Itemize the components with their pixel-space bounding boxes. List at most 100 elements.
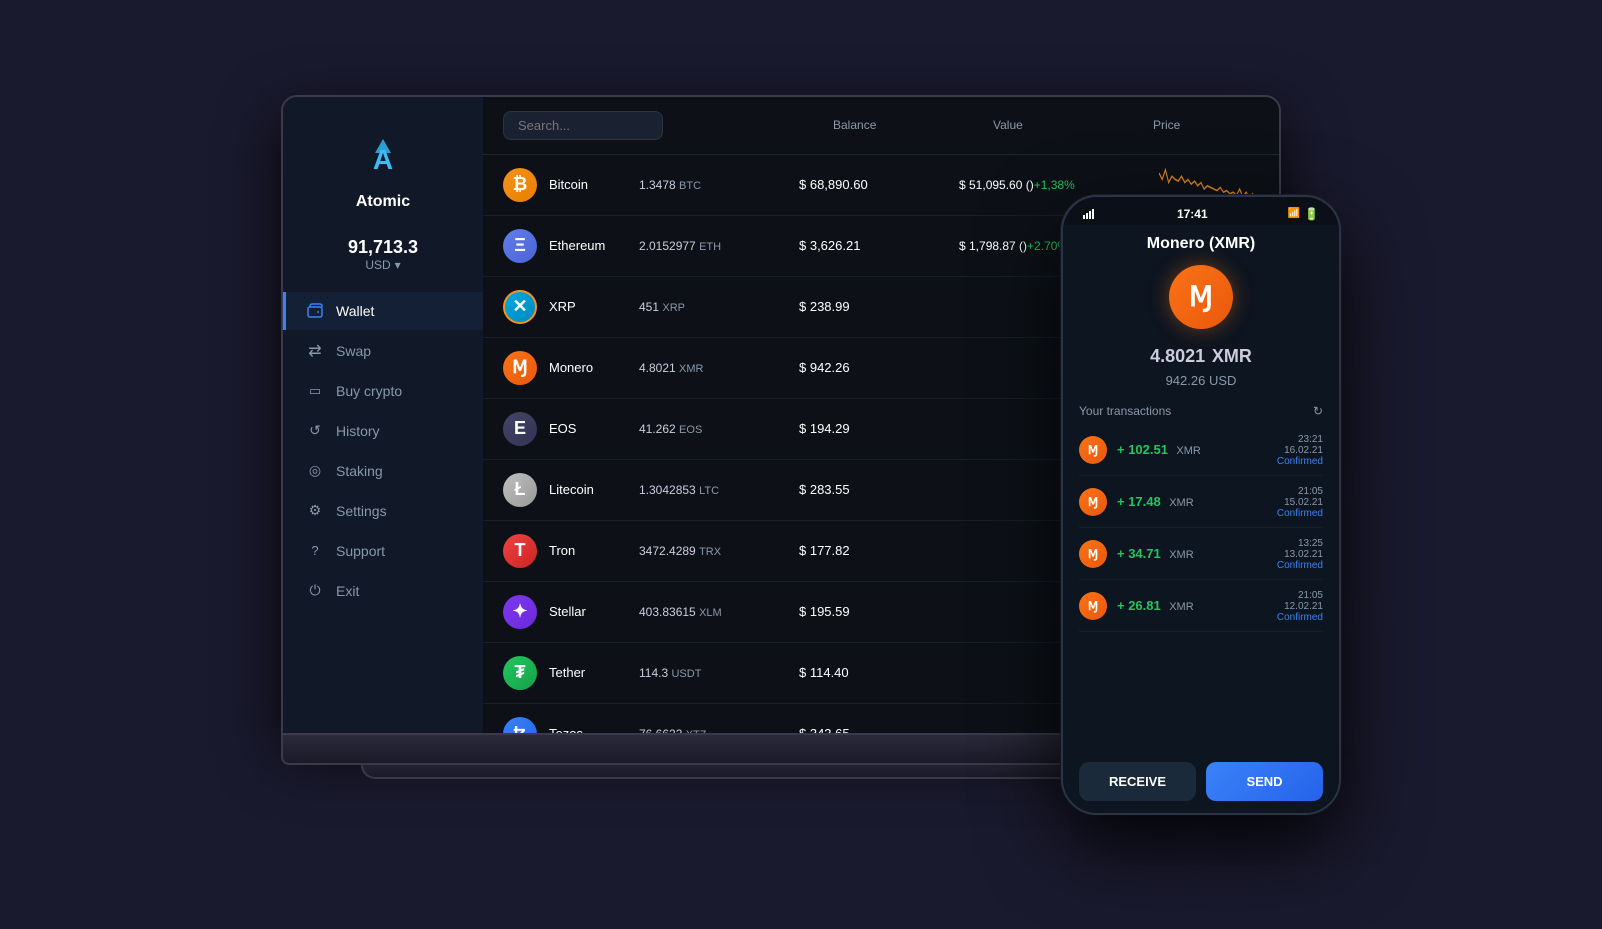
phone-content: Monero (XMR) Ɱ 4.8021 XMR 942.26 USD You… (1063, 225, 1339, 750)
phone-coin-icon: Ɱ (1169, 265, 1233, 329)
tx-time: 23:21 (1277, 434, 1323, 445)
phone-coin-title: Monero (XMR) (1079, 235, 1323, 253)
logo-name: Atomic (356, 193, 410, 211)
sidebar-item-exit[interactable]: ⏻ Exit (283, 572, 483, 610)
coin-balance: 114.3 USDT (639, 666, 799, 680)
tx-coin-icon: Ɱ (1079, 488, 1107, 516)
sidebar-item-buy-crypto[interactable]: ▭ Buy crypto (283, 372, 483, 410)
coin-balance: 403.83615 XLM (639, 605, 799, 619)
tx-date: 13.02.21 (1277, 549, 1323, 560)
tx-status: Confirmed (1277, 456, 1323, 467)
coin-name: XRP (549, 299, 639, 314)
phone-signal (1083, 209, 1097, 219)
battery-icon: 🔋 (1304, 207, 1319, 221)
tx-time: 13:25 (1277, 538, 1323, 549)
tx-amount: + 102.51 XMR (1117, 441, 1267, 459)
tx-meta: 21:05 15.02.21 Confirmed (1277, 486, 1323, 519)
sidebar-item-swap[interactable]: ⇄ Swap (283, 332, 483, 370)
coin-value: $ 114.40 (799, 665, 959, 680)
history-icon: ↺ (306, 422, 324, 440)
phone-transaction-row[interactable]: Ɱ + 102.51 XMR 23:21 16.02.21 Confirmed (1079, 426, 1323, 476)
staking-icon: ◎ (306, 462, 324, 480)
coin-name: Ethereum (549, 238, 639, 253)
coin-icon: ꜩ (503, 717, 537, 733)
search-input[interactable] (503, 111, 663, 140)
tx-amount: + 17.48 XMR (1117, 493, 1267, 511)
buy-crypto-icon: ▭ (306, 382, 324, 400)
phone-transaction-row[interactable]: Ɱ + 34.71 XMR 13:25 13.02.21 Confirmed (1079, 530, 1323, 580)
sidebar-history-label: History (336, 423, 380, 439)
tx-status: Confirmed (1277, 560, 1323, 571)
coin-balance: 2.0152977 ETH (639, 239, 799, 253)
sidebar: A Atomic 91,713.3 USD ▾ (283, 97, 483, 733)
coin-icon: Ξ (503, 229, 537, 263)
logo-area: A Atomic (283, 121, 483, 231)
coin-value: $ 283.55 (799, 482, 959, 497)
col-headers: Balance Value Price 30 day trend (663, 118, 1279, 132)
tx-time: 21:05 (1277, 486, 1323, 497)
coin-value: $ 343.65 (799, 726, 959, 733)
tx-time: 21:05 (1277, 590, 1323, 601)
sidebar-item-staking[interactable]: ◎ Staking (283, 452, 483, 490)
coin-icon: Ł (503, 473, 537, 507)
coin-icon: ✕ (503, 290, 537, 324)
wifi-icon: 📶 (1288, 208, 1300, 219)
exit-icon: ⏻ (306, 582, 324, 600)
coin-balance: 76.6623 XTZ (639, 727, 799, 733)
sidebar-item-wallet[interactable]: Wallet (283, 292, 483, 330)
coin-balance: 3472.4289 TRX (639, 544, 799, 558)
sidebar-item-settings[interactable]: ⚙ Settings (283, 492, 483, 530)
coin-price: $ 51,095.60 ()+1,38% (959, 178, 1159, 192)
coin-balance: 4.8021 XMR (639, 361, 799, 375)
coin-icon: T (503, 534, 537, 568)
tx-date: 12.02.21 (1277, 601, 1323, 612)
phone-transaction-row[interactable]: Ɱ + 17.48 XMR 21:05 15.02.21 Confirmed (1079, 478, 1323, 528)
phone-time: 17:41 (1177, 207, 1208, 221)
coin-name: Monero (549, 360, 639, 375)
balance-amount: 91,713.3 (283, 237, 483, 258)
phone-status-bar: 17:41 📶 🔋 (1063, 197, 1339, 225)
sidebar-swap-label: Swap (336, 343, 371, 359)
tx-date: 16.02.21 (1277, 445, 1323, 456)
content-header: Balance Value Price 30 day trend ↻ + ≡ (483, 97, 1279, 155)
atomic-logo-icon: A (355, 131, 411, 187)
tx-status: Confirmed (1277, 508, 1323, 519)
phone: 17:41 📶 🔋 Monero (XMR) Ɱ 4.8021 XMR 942.… (1061, 195, 1341, 815)
coin-name: Stellar (549, 604, 639, 619)
receive-button[interactable]: RECEIVE (1079, 762, 1196, 801)
scene: A Atomic 91,713.3 USD ▾ (251, 55, 1351, 875)
coin-value: $ 68,890.60 (799, 177, 959, 192)
coin-value: $ 3,626.21 (799, 238, 959, 253)
tx-meta: 23:21 16.02.21 Confirmed (1277, 434, 1323, 467)
balance-area: 91,713.3 USD ▾ (283, 237, 483, 272)
coin-name: Tezos (549, 726, 639, 733)
refresh-tx-icon[interactable]: ↻ (1313, 404, 1323, 418)
send-button[interactable]: SEND (1206, 762, 1323, 801)
tx-coin-icon: Ɱ (1079, 592, 1107, 620)
sidebar-item-support[interactable]: ? Support (283, 532, 483, 570)
coin-balance: 451 XRP (639, 300, 799, 314)
coin-name: Tether (549, 665, 639, 680)
currency-selector[interactable]: USD ▾ (283, 258, 483, 272)
tx-amount: + 34.71 XMR (1117, 545, 1267, 563)
tx-meta: 13:25 13.02.21 Confirmed (1277, 538, 1323, 571)
phone-battery: 📶 🔋 (1288, 207, 1319, 221)
coin-name: Bitcoin (549, 177, 639, 192)
coin-value: $ 195.59 (799, 604, 959, 619)
coin-name: Tron (549, 543, 639, 558)
wallet-icon (306, 302, 324, 320)
monero-glyph: Ɱ (1189, 280, 1213, 313)
phone-tx-header: Your transactions ↻ (1079, 404, 1323, 418)
coin-icon: ₮ (503, 656, 537, 690)
sidebar-wallet-label: Wallet (336, 303, 374, 319)
settings-icon: ⚙ (306, 502, 324, 520)
coin-value: $ 238.99 (799, 299, 959, 314)
phone-balance-usd: 942.26 USD (1079, 373, 1323, 388)
coin-name: EOS (549, 421, 639, 436)
col-price: Price (1153, 118, 1279, 132)
swap-icon: ⇄ (306, 342, 324, 360)
sidebar-item-history[interactable]: ↺ History (283, 412, 483, 450)
nav-items: Wallet ⇄ Swap ▭ Buy crypto ↺ History (283, 292, 483, 610)
phone-transaction-row[interactable]: Ɱ + 26.81 XMR 21:05 12.02.21 Confirmed (1079, 582, 1323, 632)
sidebar-staking-label: Staking (336, 463, 383, 479)
